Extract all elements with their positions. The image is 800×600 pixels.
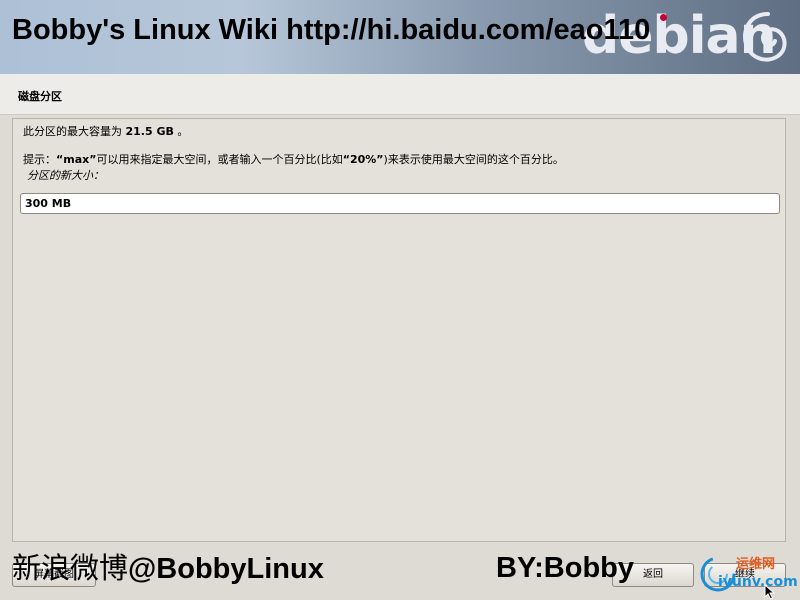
debian-logo-dot: [660, 14, 667, 21]
info-prefix: 此分区的最大容量为: [23, 125, 126, 138]
site-watermark: 运维网 iyunv.com: [698, 552, 798, 598]
info-suffix: 。: [173, 125, 189, 138]
section-title: 磁盘分区: [18, 90, 62, 103]
hint-middle: 可以用来指定最大空间，或者输入一个百分比(比如: [96, 153, 343, 166]
hint-suffix: )来表示使用最大空间的这个百分比。: [383, 153, 564, 166]
weibo-label: 新浪微博: [12, 551, 129, 585]
section-header: 磁盘分区: [0, 74, 800, 115]
hint-percent-example: “20%”: [342, 153, 384, 166]
weibo-handle: @BobbyLinux: [128, 553, 324, 585]
author-watermark: BY:Bobby: [496, 552, 635, 584]
hint-prefix: 提示：: [23, 153, 56, 166]
site-name-cn: 运维网: [736, 557, 776, 572]
max-size-info: 此分区的最大容量为 21.5 GB 。: [23, 125, 188, 139]
content-panel: 此分区的最大容量为 21.5 GB 。 提示：“max”可以用来指定最大空间，或…: [12, 118, 786, 542]
site-name-en: iyunv.com: [718, 574, 798, 590]
size-hint: 提示：“max”可以用来指定最大空间，或者输入一个百分比(比如“20%”)来表示…: [23, 153, 564, 167]
max-size-value: 21.5 GB: [125, 125, 174, 138]
watermark-title: Bobby's Linux Wiki http://hi.baidu.com/e…: [12, 14, 651, 46]
debian-swirl-icon: [743, 12, 787, 62]
hint-max-keyword: “max”: [56, 153, 97, 166]
new-size-input[interactable]: [20, 193, 780, 214]
header-banner: debian Bobby's Linux Wiki http://hi.baid…: [0, 0, 800, 74]
weibo-watermark: 新浪微博@BobbyLinux: [12, 548, 324, 589]
mouse-cursor-icon: [764, 584, 776, 600]
new-size-label: 分区的新大小：: [27, 169, 104, 182]
